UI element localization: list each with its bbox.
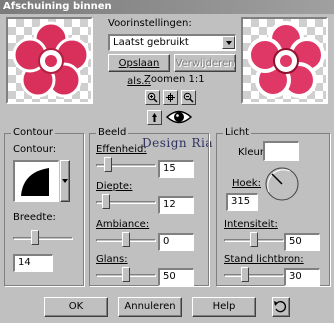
angle-dial[interactable] — [264, 166, 300, 202]
slider-thumb[interactable] — [250, 232, 258, 247]
ambience-input[interactable]: 0 — [158, 233, 194, 251]
flower-image-after — [247, 21, 325, 98]
chevron-down-icon — [62, 179, 68, 183]
smoothness-input[interactable]: 15 — [158, 160, 194, 178]
gloss-label: Glans: — [96, 254, 128, 265]
light-color-swatch[interactable] — [263, 141, 299, 161]
width-label: Breedte: — [13, 212, 56, 223]
ambience-slider[interactable] — [96, 231, 156, 249]
presets-label: Voorinstellingen: — [108, 18, 192, 29]
help-button[interactable]: Help — [192, 297, 256, 317]
elevation-slider[interactable] — [224, 266, 284, 284]
color-swatch-fill — [265, 143, 298, 160]
width-slider[interactable] — [13, 229, 73, 247]
intensity-input[interactable]: 50 — [284, 233, 320, 251]
contour-title: Contour — [11, 127, 55, 138]
slider-thumb[interactable] — [122, 267, 130, 282]
reset-icon[interactable] — [272, 297, 290, 317]
ok-button[interactable]: OK — [44, 297, 108, 317]
window-title: Afschuining binnen — [0, 0, 334, 14]
cancel-button[interactable]: Annuleren — [118, 297, 182, 317]
elevation-input[interactable]: 30 — [284, 268, 320, 286]
depth-input[interactable]: 12 — [158, 196, 194, 214]
smoothness-slider[interactable] — [96, 156, 156, 174]
after-preview[interactable] — [241, 17, 328, 104]
zoom-label: Zoomen 1:1 — [144, 74, 205, 85]
chevron-down-icon[interactable] — [222, 36, 235, 49]
contour-preview[interactable] — [13, 160, 59, 202]
zoom-out-icon[interactable] — [181, 90, 196, 105]
slider-track — [13, 237, 73, 240]
slider-track — [224, 274, 284, 277]
depth-slider[interactable] — [96, 193, 156, 211]
slider-thumb[interactable] — [122, 232, 130, 247]
depth-label: Diepte: — [96, 181, 133, 192]
flower-image-before — [12, 21, 90, 98]
gloss-input[interactable]: 50 — [158, 268, 194, 286]
before-preview[interactable] — [6, 17, 93, 104]
proof-icon[interactable] — [147, 110, 162, 125]
ambience-label: Ambiance: — [96, 219, 150, 230]
preset-value: Laatst gebruikt — [113, 37, 189, 48]
elevation-label: Stand lichtbron: — [224, 254, 304, 265]
slider-thumb[interactable] — [241, 267, 249, 282]
eye-icon[interactable] — [165, 108, 193, 126]
light-title: Licht — [223, 127, 252, 138]
smoothness-label: Effenheid: — [96, 144, 147, 155]
contour-label: Contour: — [13, 144, 57, 155]
intensity-label: Intensiteit: — [224, 219, 278, 230]
gloss-slider[interactable] — [96, 266, 156, 284]
intensity-slider[interactable] — [224, 231, 284, 249]
delete-button[interactable]: Verwijderen — [174, 54, 236, 72]
angle-label: Hoek: — [232, 178, 261, 189]
slider-thumb[interactable] — [104, 157, 112, 172]
save-as-button[interactable]: Opslaan als... — [108, 54, 170, 87]
pan-icon[interactable] — [163, 90, 178, 105]
width-input[interactable]: 14 — [13, 254, 53, 272]
preset-select[interactable]: Laatst gebruikt — [108, 34, 236, 51]
bevel-dialog: Afschuining binnen Voorinstellingen: Laa… — [0, 0, 334, 318]
slider-thumb[interactable] — [31, 230, 39, 245]
image-title: Beeld — [96, 127, 129, 138]
zoom-in-icon[interactable] — [145, 90, 160, 105]
angle-input[interactable]: 315 — [226, 193, 258, 211]
slider-thumb[interactable] — [102, 194, 110, 209]
contour-dropdown-button[interactable] — [60, 160, 70, 202]
